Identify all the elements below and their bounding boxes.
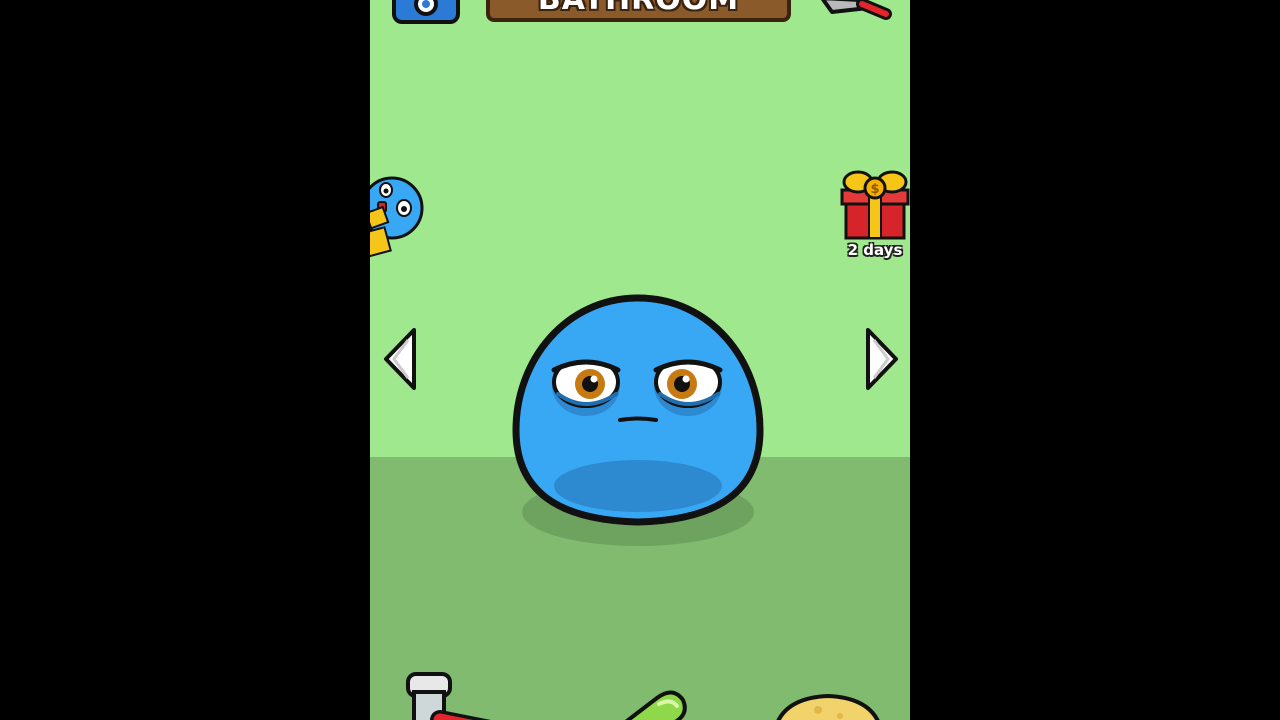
right-eye	[653, 351, 723, 416]
pet-mouth	[618, 416, 658, 422]
camera-icon[interactable]	[390, 0, 462, 26]
gift-countdown-label: 2 days	[847, 241, 903, 259]
arrow-left-icon[interactable]	[380, 326, 420, 392]
pet-character[interactable]	[510, 290, 770, 560]
pet-belly	[554, 460, 722, 512]
soap-icon[interactable]	[770, 693, 890, 720]
friend-avatar-icon[interactable]	[370, 170, 426, 262]
pill-icon[interactable]	[615, 688, 695, 720]
wrench-icon[interactable]	[820, 0, 900, 28]
arrow-right-icon[interactable]	[862, 326, 902, 392]
room-title: BATHROOM	[538, 0, 739, 17]
potion-bottle-icon[interactable]	[400, 672, 510, 720]
gift-box-icon[interactable]: $	[840, 170, 910, 242]
room-title-sign: BATHROOM	[486, 0, 791, 22]
dollar-icon: $	[870, 182, 879, 197]
left-eye	[551, 351, 621, 416]
game-screen: BATHROOM $ 2 days	[370, 0, 910, 720]
